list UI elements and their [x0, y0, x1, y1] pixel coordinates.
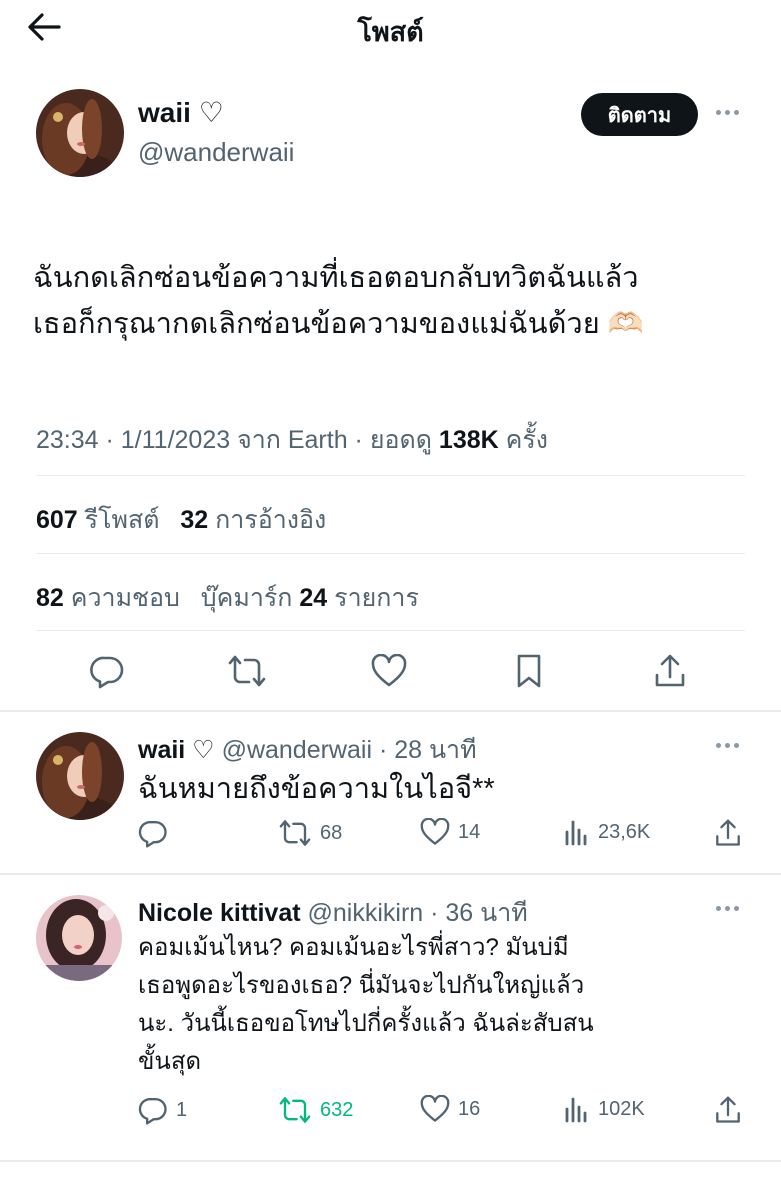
retweet-button[interactable]: 632: [278, 1095, 353, 1125]
reply-text-line: ขั้นสุด: [138, 1048, 202, 1075]
reply-handle-time[interactable]: @nikkikirn · 36 นาที: [308, 899, 528, 927]
reply-text: ฉันหมายถึงข้อความในไอจี**: [138, 773, 495, 805]
avatar[interactable]: [36, 732, 124, 820]
views-button[interactable]: 23,6K: [564, 818, 650, 846]
retweet-count: 632: [320, 1098, 354, 1121]
like-icon[interactable]: [369, 651, 409, 691]
reposts-link[interactable]: 607 รีโพสต์: [36, 506, 160, 534]
likes-label: ความชอบ: [70, 584, 180, 612]
top-bar: โพสต์: [0, 0, 781, 58]
reply-icon[interactable]: [87, 651, 127, 691]
section-divider: [0, 873, 781, 875]
reposts-count: 607: [36, 506, 78, 534]
reply-text-line: คอมเม้นไหน? คอมเม้นอะไรพี่สาว? มันบ่มี: [138, 934, 569, 961]
post-text: ฉันกดเลิกซ่อนข้อความที่เธอตอบกลับทวิตฉัน…: [33, 255, 753, 347]
reply-author-name[interactable]: waii ♡: [138, 736, 215, 764]
bookmark-icon[interactable]: [509, 651, 549, 691]
bookmarks-label: บุ๊คมาร์ก: [200, 584, 293, 612]
like-stats: 82 ความชอบ บุ๊คมาร์ก 24 รายการ: [36, 578, 419, 618]
divider: [36, 630, 745, 631]
avatar[interactable]: [36, 895, 122, 981]
section-divider: [0, 710, 781, 712]
reposts-label: รีโพสต์: [84, 506, 160, 534]
retweet-icon[interactable]: [227, 651, 267, 691]
view-count: 138K: [438, 426, 499, 454]
likes-count: 82: [36, 584, 64, 612]
view-suffix: ครั้ง: [505, 426, 548, 454]
reply-header: waii ♡ @wanderwaii · 28 นาที: [138, 730, 477, 770]
quotes-link[interactable]: 32 การอ้างอิง: [180, 506, 326, 534]
author-handle[interactable]: @wanderwaii: [138, 137, 294, 168]
reply-text-line: นะ. วันนี้เธอขอโทษไปกี่ครั้งแล้ว ฉันล่ะส…: [138, 1010, 594, 1037]
retweet-button[interactable]: 68: [278, 818, 342, 848]
like-count: 14: [458, 820, 481, 843]
reply-button[interactable]: [138, 818, 168, 848]
retweet-count: 68: [320, 821, 343, 844]
bookmarks-suffix: รายการ: [334, 584, 419, 612]
section-divider: [0, 1160, 781, 1162]
divider: [36, 475, 745, 476]
view-count: 23,6K: [598, 820, 651, 843]
reply-text-line: เธอพูดอะไรของเธอ? นี่มันจะไปกันใหญ่แล้ว: [138, 972, 585, 999]
quotes-count: 32: [180, 506, 209, 534]
reply-author-name[interactable]: Nicole kittivat: [138, 899, 301, 927]
page-title: โพสต์: [357, 17, 424, 47]
divider: [36, 553, 745, 554]
reply-count: 1: [176, 1098, 188, 1121]
follow-button[interactable]: ติดตาม: [581, 93, 698, 136]
likes-link[interactable]: 82 ความชอบ: [36, 584, 180, 612]
more-options-icon[interactable]: [716, 743, 739, 748]
more-options-icon[interactable]: [716, 110, 739, 115]
more-options-icon[interactable]: [716, 906, 739, 911]
bookmarks-link[interactable]: บุ๊คมาร์ก 24 รายการ: [201, 584, 419, 612]
reply-header: Nicole kittivat @nikkikirn · 36 นาที: [138, 893, 528, 933]
author-name[interactable]: waii ♡: [138, 96, 224, 129]
share-icon[interactable]: [650, 651, 690, 691]
post-timestamp[interactable]: 23:34 · 1/11/2023 จาก Earth · ยอดดู: [36, 426, 432, 454]
bookmarks-count: 24: [299, 584, 328, 612]
reply-handle-time[interactable]: @wanderwaii · 28 นาที: [222, 736, 477, 764]
repost-stats: 607 รีโพสต์ 32 การอ้างอิง: [36, 500, 326, 540]
share-icon[interactable]: [714, 818, 742, 848]
post-meta: 23:34 · 1/11/2023 จาก Earth · ยอดดู 138K…: [36, 420, 548, 460]
avatar[interactable]: [36, 89, 124, 177]
share-icon[interactable]: [714, 1095, 742, 1125]
post-text-line: ฉันกดเลิกซ่อนข้อความที่เธอตอบกลับทวิตฉัน…: [33, 262, 639, 294]
view-count: 102K: [598, 1097, 645, 1120]
reply-button[interactable]: 1: [138, 1095, 187, 1125]
views-button[interactable]: 102K: [564, 1095, 645, 1123]
like-button[interactable]: 14: [420, 818, 480, 846]
like-button[interactable]: 16: [420, 1095, 480, 1123]
post-text-line: เธอก็กรุณากดเลิกซ่อนข้อความของแม่ฉันด้วย…: [33, 308, 644, 340]
quotes-label: การอ้างอิง: [215, 506, 327, 534]
like-count: 16: [458, 1097, 481, 1120]
reply-text: คอมเม้นไหน? คอมเม้นอะไรพี่สาว? มันบ่มี เ…: [138, 929, 738, 1081]
